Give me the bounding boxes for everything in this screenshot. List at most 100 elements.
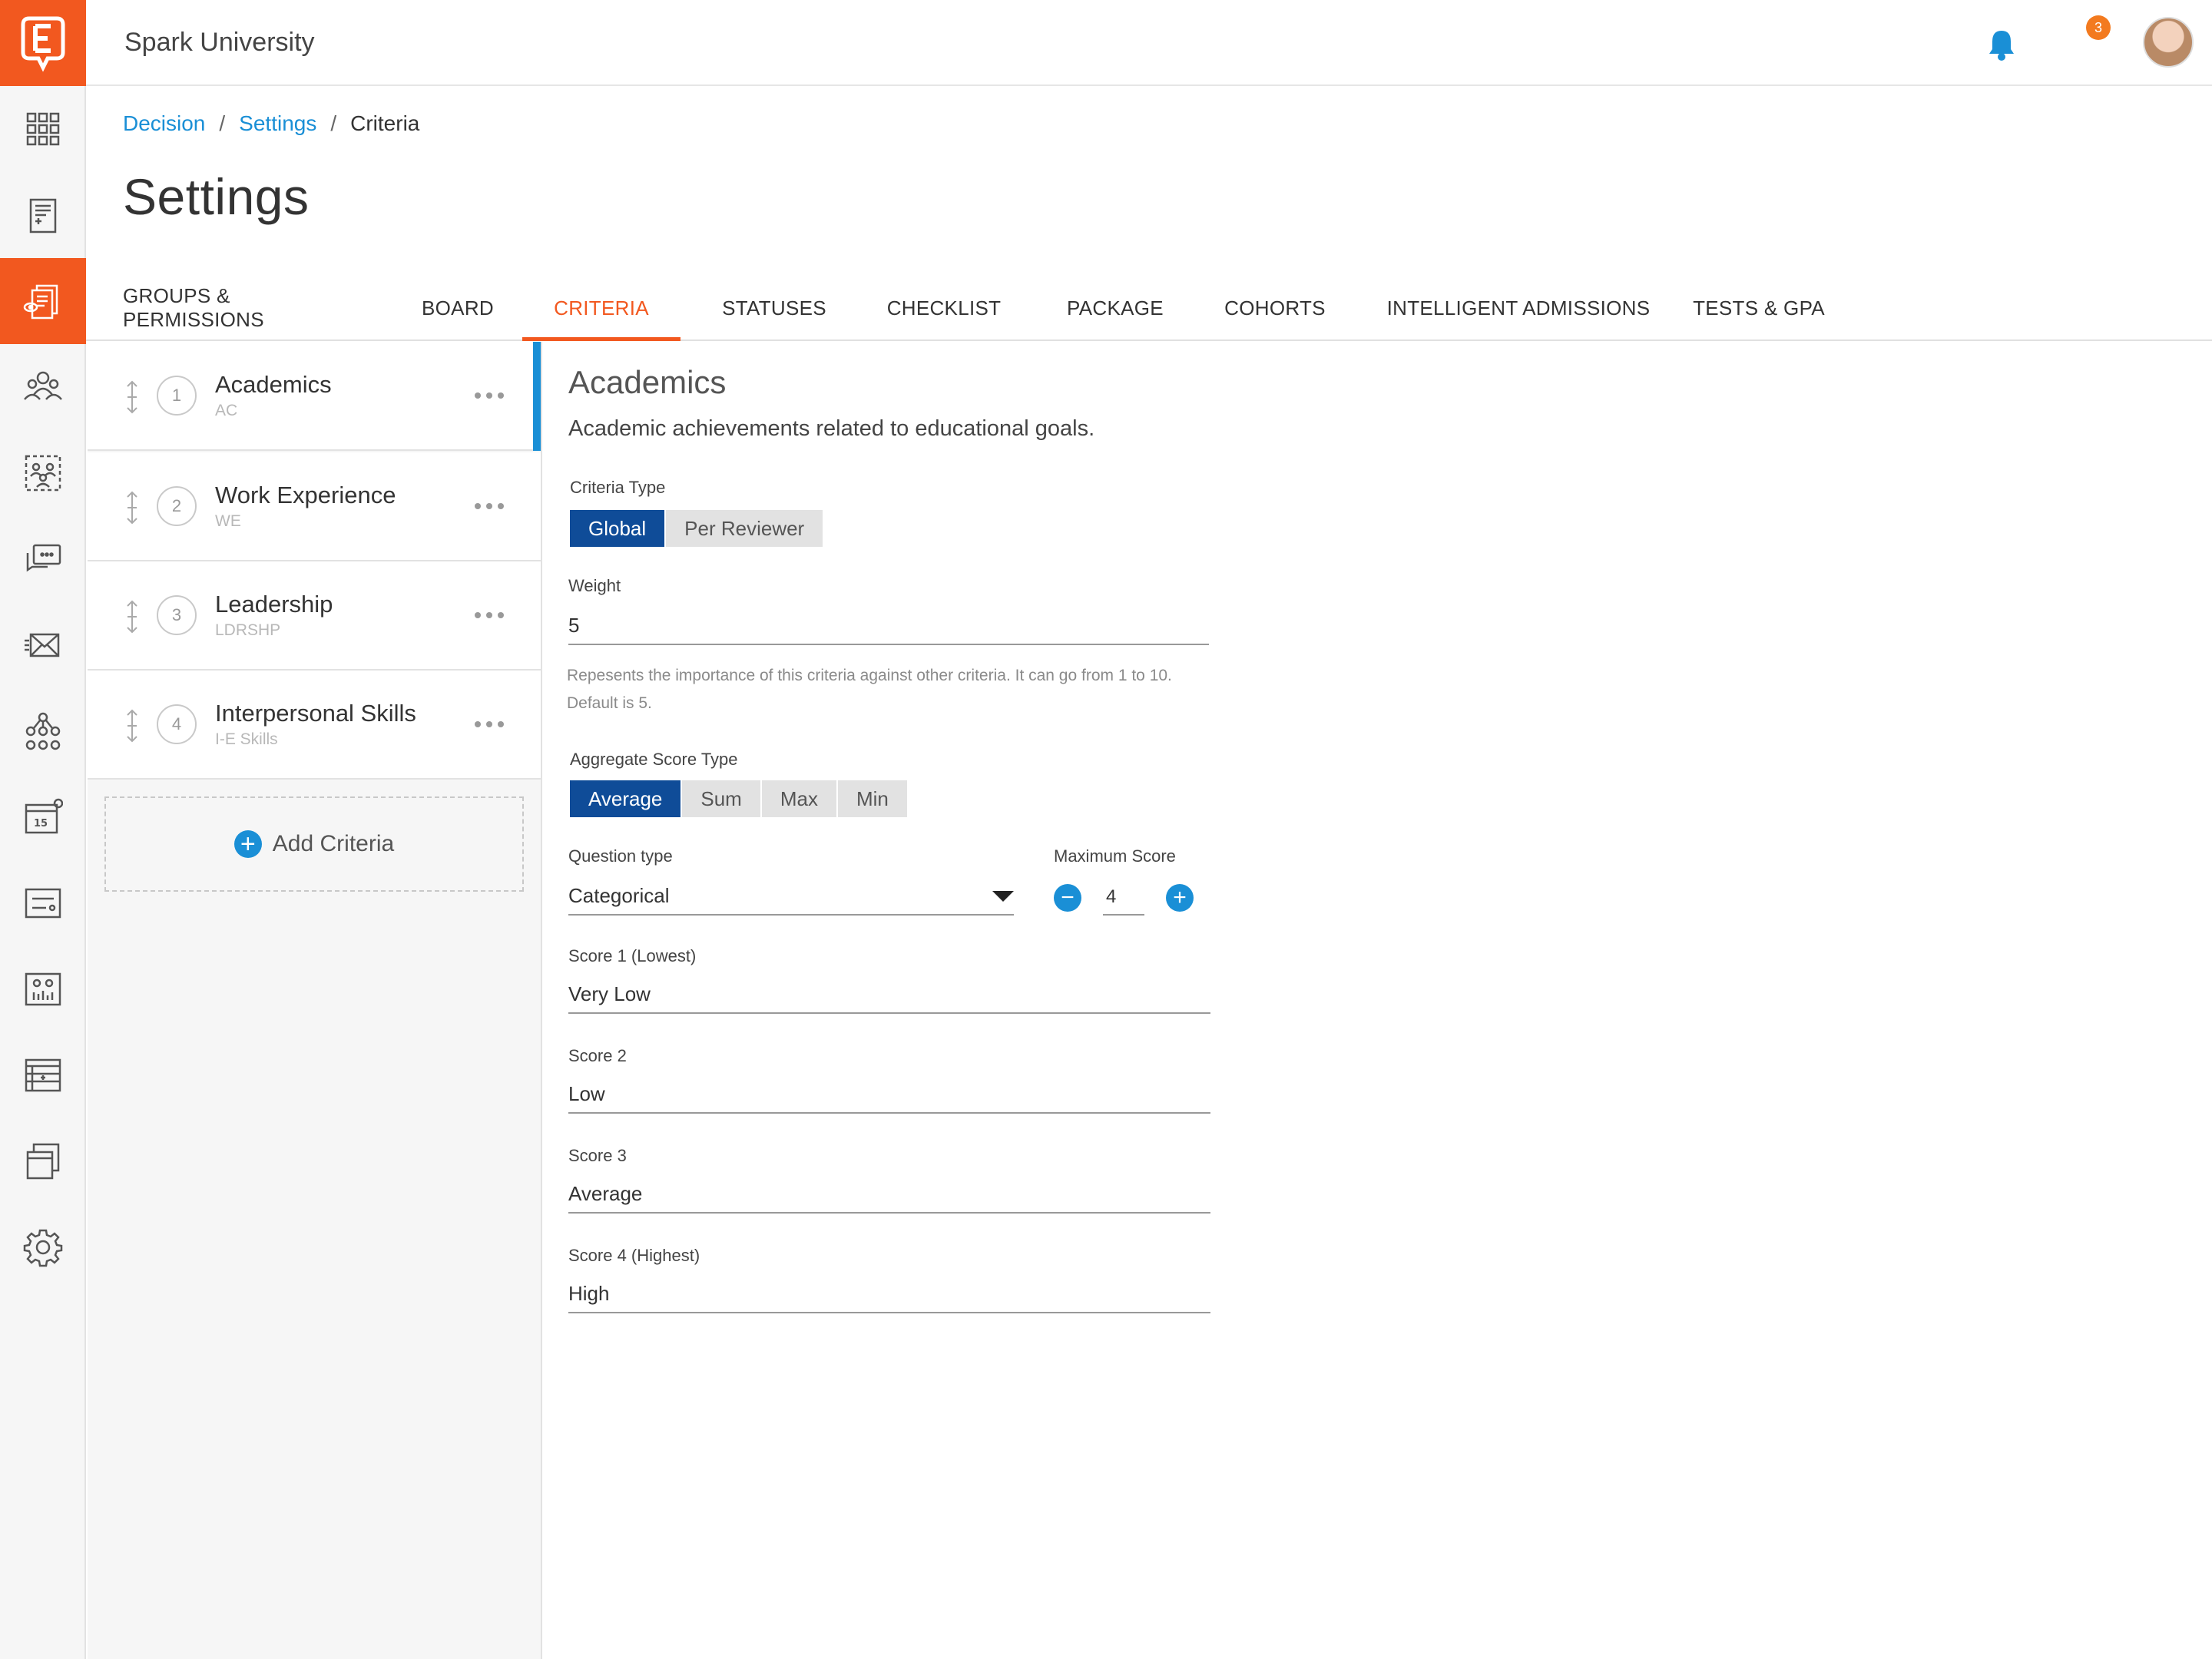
criteria-type-global[interactable]: Global — [570, 510, 667, 547]
weight-help-text: Repesents the importance of this criteri… — [567, 667, 1172, 712]
score-label: Score 4 (Highest) — [568, 1246, 700, 1265]
tab-tests-gpa[interactable]: TESTS & GPA — [1684, 276, 1834, 339]
score-label: Score 2 — [568, 1046, 627, 1065]
mail-icon — [25, 633, 60, 657]
rail-dashboard[interactable] — [0, 86, 86, 172]
gear-icon — [23, 1229, 63, 1267]
users-icon — [24, 371, 62, 400]
aggregate-max[interactable]: Max — [761, 780, 838, 817]
app-logo[interactable] — [0, 0, 86, 86]
criteria-name: Leadership — [215, 591, 333, 618]
logo-icon — [21, 16, 65, 72]
criteria-item-interpersonal-skills[interactable]: 4 Interpersonal Skills I-E Skills — [88, 671, 541, 780]
drag-handle-icon[interactable] — [123, 489, 141, 526]
criteria-code: AC — [215, 402, 238, 419]
table-icon — [25, 1058, 61, 1092]
rail-documents[interactable] — [0, 1118, 86, 1204]
score-label: Score 3 — [568, 1146, 627, 1165]
plus-icon: + — [233, 830, 262, 858]
max-score-label: Maximum Score — [1054, 846, 1176, 866]
reports-icon — [25, 972, 61, 1006]
aggregate-sum[interactable]: Sum — [682, 780, 762, 817]
criteria-number: 4 — [157, 704, 197, 744]
criteria-name: Interpersonal Skills — [215, 700, 416, 727]
more-options-icon[interactable] — [472, 606, 507, 624]
rail-reports[interactable] — [0, 946, 86, 1032]
score-3-field[interactable]: Average — [568, 1178, 1210, 1214]
aggregate-average[interactable]: Average — [570, 780, 683, 817]
score-label: Score 1 (Lowest) — [568, 946, 697, 965]
criteria-item-leadership[interactable]: 3 Leadership LDRSHP — [88, 561, 541, 671]
criteria-number: 1 — [157, 376, 197, 416]
question-type-select[interactable]: Categorical — [568, 880, 1014, 916]
criteria-code: WE — [215, 512, 241, 530]
question-type-label: Question type — [568, 846, 673, 866]
chat-icon — [26, 544, 61, 572]
rail-groups[interactable] — [0, 430, 86, 516]
rail-decision[interactable] — [0, 258, 86, 344]
tab-checklist[interactable]: CHECKLIST — [871, 276, 1017, 339]
left-rail: 15 — [0, 0, 86, 1659]
rail-applications[interactable] — [0, 172, 86, 258]
rail-settings[interactable] — [0, 1204, 86, 1290]
score-1-field[interactable]: Very Low — [568, 979, 1210, 1014]
breadcrumb-link-settings[interactable]: Settings — [239, 111, 316, 136]
form-icon — [25, 888, 61, 919]
tab-statuses[interactable]: STATUSES — [707, 276, 842, 339]
avatar[interactable] — [2143, 17, 2194, 68]
rail-calendar[interactable]: 15 — [0, 774, 86, 860]
weight-label: Weight — [568, 576, 621, 595]
drag-handle-icon[interactable] — [123, 598, 141, 635]
tab-package[interactable]: PACKAGE — [1046, 276, 1184, 339]
breadcrumb-current: Criteria — [350, 111, 420, 135]
rail-forms[interactable] — [0, 860, 86, 946]
weight-field[interactable]: 5 — [568, 610, 1209, 645]
drag-handle-icon[interactable] — [123, 707, 141, 744]
criteria-name: Work Experience — [215, 482, 396, 508]
detail-title: Academics — [568, 364, 727, 400]
max-score-input[interactable]: 4 — [1103, 880, 1144, 916]
rail-mail[interactable] — [0, 602, 86, 688]
question-type-value: Categorical — [568, 884, 670, 907]
add-criteria-button[interactable]: + Add Criteria — [104, 796, 524, 892]
calendar-icon: 15 — [25, 798, 63, 834]
aggregate-score-toggle: Average Sum Max Min — [570, 780, 907, 817]
rail-messages[interactable] — [0, 516, 86, 602]
breadcrumb-link-decision[interactable]: Decision — [123, 111, 205, 136]
criteria-list: 1 Academics AC 2 Work Experience WE 3 Le… — [88, 342, 542, 1659]
criteria-name: Academics — [215, 371, 332, 398]
rail-hierarchy[interactable] — [0, 688, 86, 774]
bell-icon[interactable] — [1980, 23, 2023, 66]
svg-text:15: 15 — [34, 818, 48, 830]
decrement-button[interactable]: − — [1054, 884, 1081, 912]
documents-icon — [26, 1143, 60, 1180]
score-2-field[interactable]: Low — [568, 1078, 1210, 1114]
breadcrumb-separator: / — [330, 111, 337, 135]
aggregate-min[interactable]: Min — [837, 780, 907, 817]
criteria-number: 3 — [157, 595, 197, 635]
more-options-icon[interactable] — [472, 715, 507, 733]
tab-criteria[interactable]: CRITERIA — [522, 276, 680, 341]
page-title: Settings — [123, 168, 310, 225]
tab-intelligent-admissions[interactable]: INTELLIGENT ADMISSIONS — [1369, 276, 1668, 339]
application-icon — [29, 198, 57, 233]
decision-icon — [23, 284, 58, 320]
criteria-type-label: Criteria Type — [570, 478, 666, 497]
tab-cohorts[interactable]: COHORTS — [1206, 276, 1344, 339]
more-options-icon[interactable] — [472, 386, 507, 405]
criteria-code: LDRSHP — [215, 621, 281, 639]
rail-users[interactable] — [0, 344, 86, 430]
increment-button[interactable]: + — [1166, 884, 1194, 912]
rail-table[interactable] — [0, 1032, 86, 1118]
tab-groups-permissions[interactable]: GROUPS & PERMISSIONS — [123, 276, 338, 339]
top-header: Spark University — [86, 0, 2212, 86]
criteria-item-academics[interactable]: 1 Academics AC — [88, 342, 541, 451]
aggregate-score-label: Aggregate Score Type — [570, 750, 738, 769]
criteria-type-per-reviewer[interactable]: Per Reviewer — [666, 510, 823, 547]
add-criteria-label: Add Criteria — [272, 831, 395, 856]
more-options-icon[interactable] — [472, 497, 507, 515]
score-4-field[interactable]: High — [568, 1278, 1210, 1313]
tab-board[interactable]: BOARD — [404, 276, 512, 339]
drag-handle-icon[interactable] — [123, 379, 141, 416]
criteria-item-work-experience[interactable]: 2 Work Experience WE — [88, 452, 541, 561]
